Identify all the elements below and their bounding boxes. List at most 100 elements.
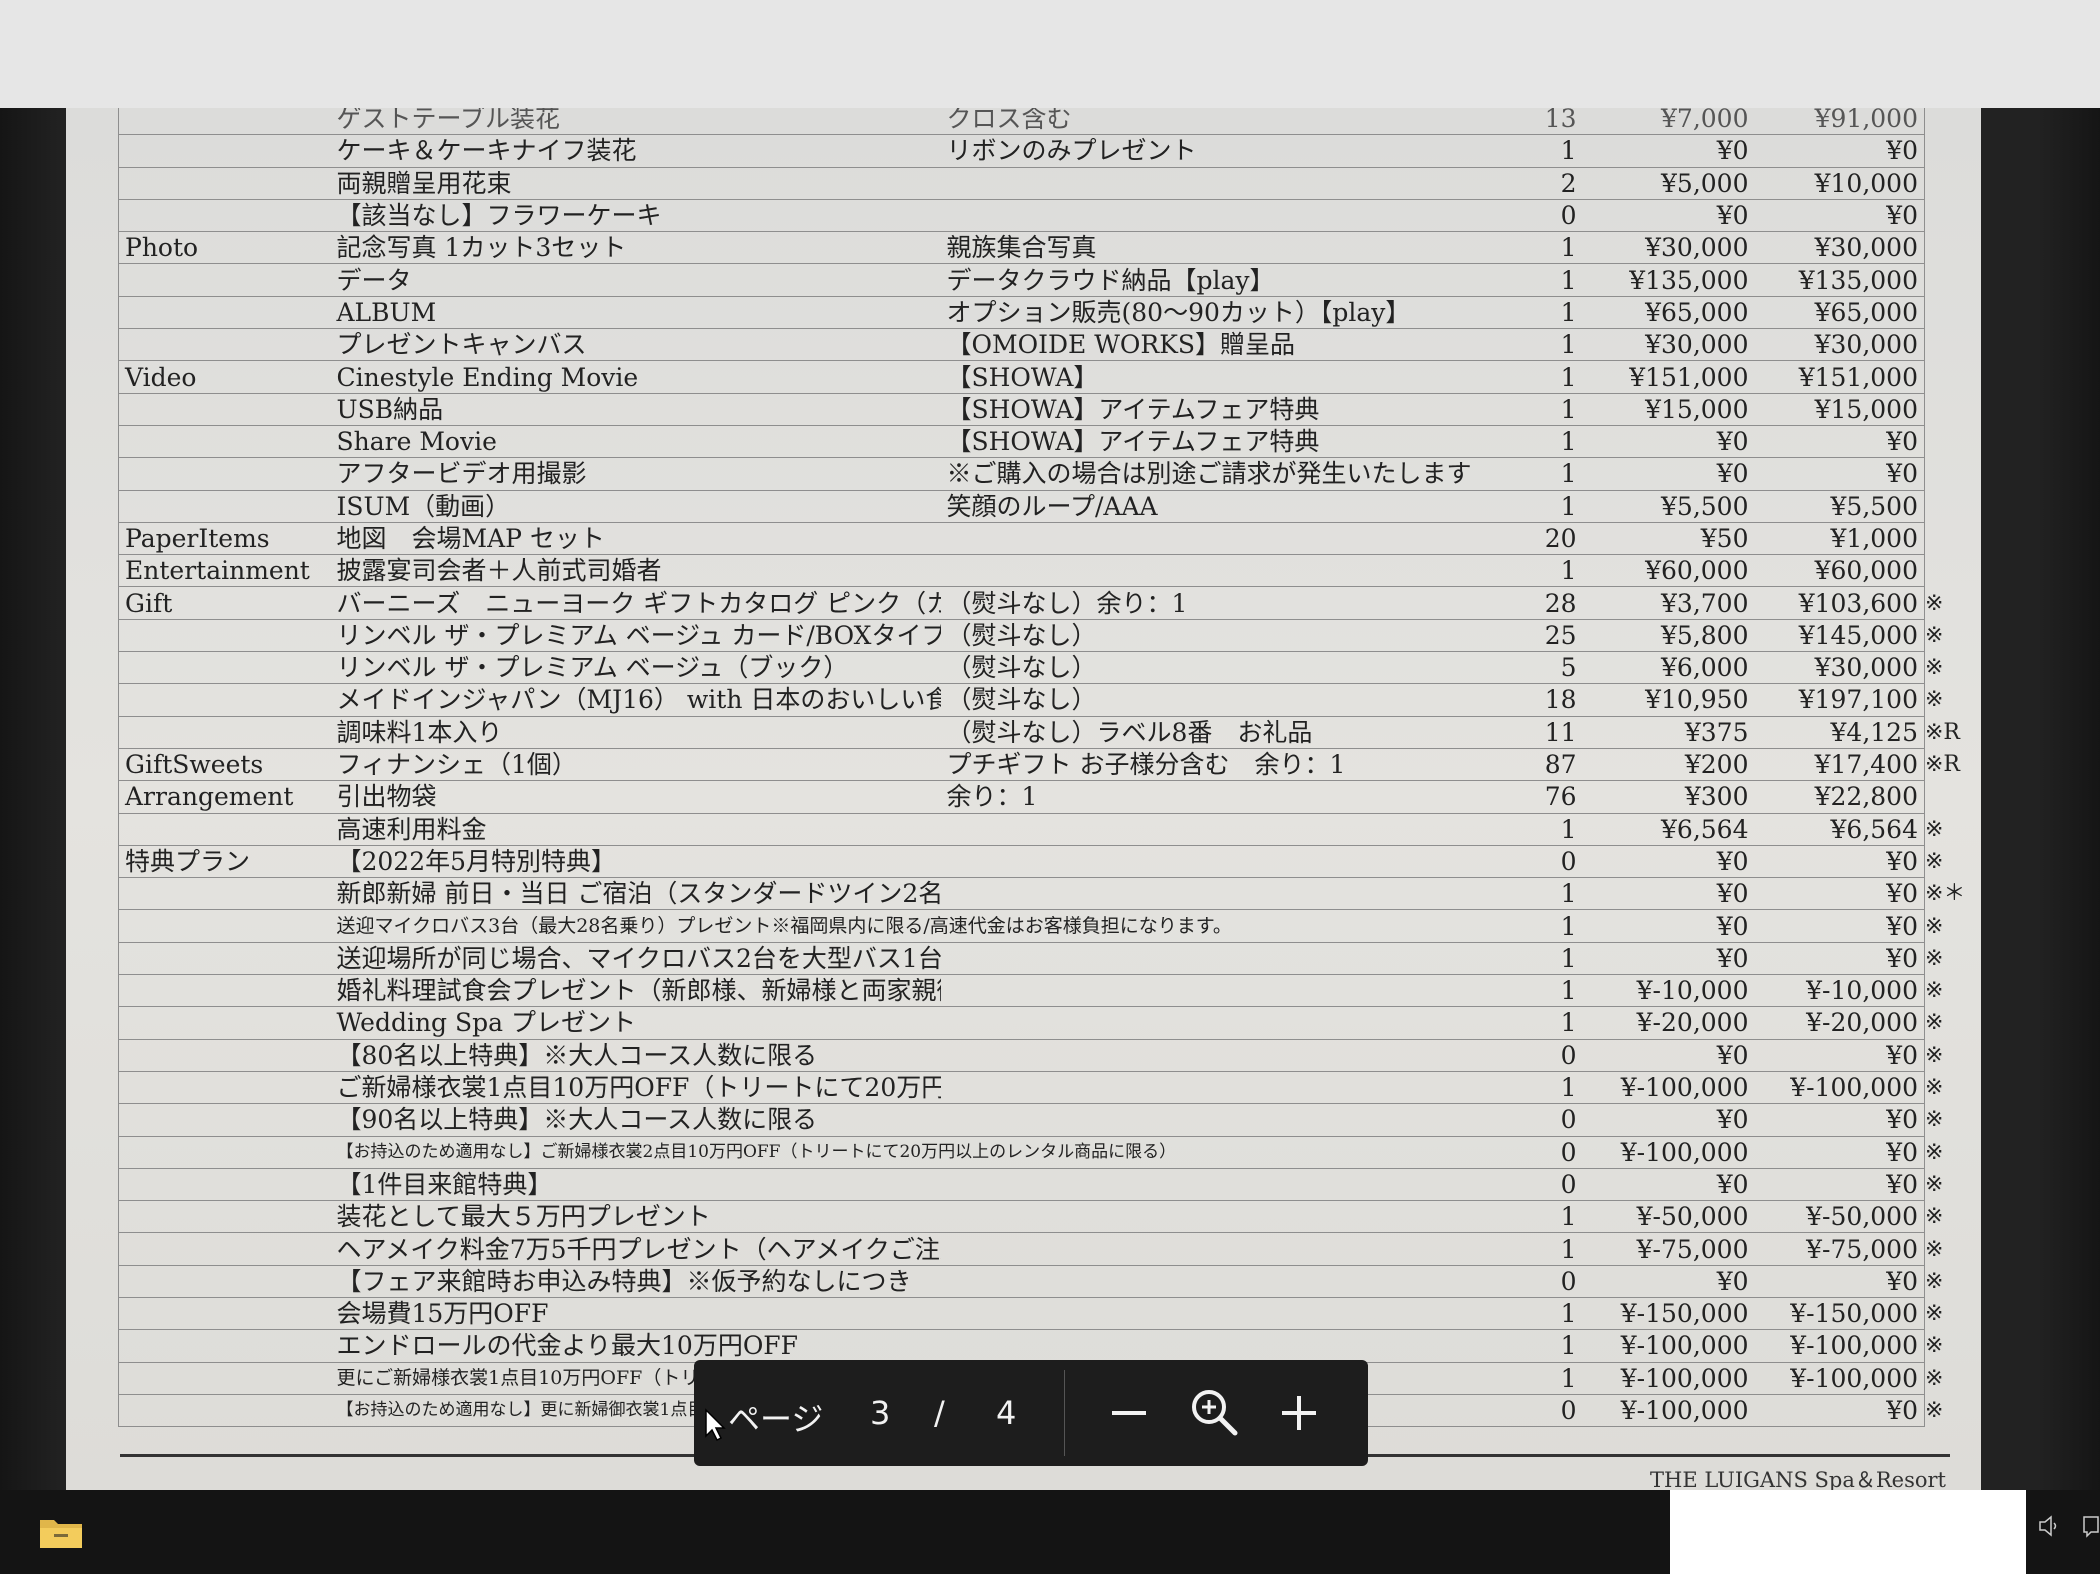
table-row: 【80名以上特典】※大人コース人数に限る 0 ¥0 ¥0 ※: [118, 1038, 1982, 1072]
row-category: [118, 263, 331, 297]
total-pages: 4: [996, 1394, 1017, 1432]
row-item: 【1件目来館特典】: [330, 1167, 941, 1202]
row-item: 【フェア来館時お申込み特典】※仮予約なしにつき: [330, 1264, 941, 1298]
row-detail: [940, 1232, 1501, 1266]
table-row: 婚礼料理試食会プレゼント（新郎様、新婦様と両家親御様の最大6名様まで参加可能） 1…: [118, 974, 1982, 1008]
row-unit-price: ¥0: [1590, 1038, 1755, 1072]
row-quantity: 18: [1500, 683, 1591, 717]
row-unit-price: ¥0: [1590, 424, 1755, 459]
row-item: バーニーズ ニューヨーク ギフトカタログ ピンク（カード）のし不可: [330, 586, 941, 620]
row-item: アフタービデオ用撮影: [330, 457, 941, 491]
row-quantity: 0: [1500, 1103, 1591, 1137]
row-note: ※: [1925, 655, 1944, 681]
row-total: ¥60,000: [1754, 554, 1925, 588]
row-unit-price: ¥6,564: [1590, 812, 1755, 846]
row-total: ¥0: [1754, 1393, 1925, 1428]
row-quantity: 0: [1500, 844, 1591, 879]
row-detail: 【SHOWA】: [940, 360, 1501, 394]
row-note: ※R: [1925, 752, 1960, 778]
row-note: ※: [1925, 978, 1944, 1004]
row-note: ※: [1925, 913, 1944, 939]
zoom-out-icon[interactable]: [1104, 1388, 1154, 1438]
top-bar: [0, 0, 2100, 108]
zoom-in-icon[interactable]: [1274, 1388, 1324, 1438]
row-total: ¥0: [1754, 134, 1925, 168]
row-category: [118, 424, 331, 459]
row-category: Entertainment: [118, 554, 331, 588]
row-unit-price: ¥-10,000: [1590, 974, 1755, 1008]
row-unit-price: ¥3,700: [1590, 586, 1755, 620]
row-item: データ: [330, 263, 941, 297]
row-total: ¥0: [1754, 1135, 1925, 1169]
row-detail: リボンのみプレゼント: [940, 134, 1501, 168]
current-page-number[interactable]: 3: [870, 1394, 890, 1432]
table-row: データ データクラウド納品【play】 1 ¥135,000 ¥135,000: [118, 263, 1982, 297]
row-unit-price: ¥30,000: [1590, 328, 1755, 362]
row-quantity: 1: [1500, 877, 1591, 911]
row-total: ¥0: [1754, 877, 1925, 911]
folder-icon[interactable]: [38, 1514, 84, 1550]
row-category: [118, 1200, 331, 1234]
notification-icon[interactable]: [2082, 1514, 2100, 1538]
row-total: ¥17,400: [1754, 747, 1925, 782]
row-total: ¥0: [1754, 1038, 1925, 1072]
row-quantity: 1: [1500, 1361, 1591, 1395]
row-unit-price: ¥6,000: [1590, 651, 1755, 685]
table-row: PaperItems 地図 会場MAP セット 20 ¥50 ¥1,000: [118, 521, 1982, 556]
row-total: ¥5,500: [1754, 489, 1925, 523]
row-detail: [940, 166, 1501, 200]
row-note: ※: [1925, 945, 1944, 971]
row-note: [1925, 781, 1982, 813]
row-unit-price: ¥-100,000: [1590, 1070, 1755, 1105]
row-note: ※: [1925, 1398, 1944, 1424]
row-note: ※: [1925, 1171, 1944, 1197]
row-total: ¥22,800: [1754, 780, 1925, 814]
row-total: ¥-75,000: [1754, 1232, 1925, 1266]
row-category: [118, 1329, 331, 1363]
row-total: ¥15,000: [1754, 392, 1925, 426]
table-row: 送迎マイクロバス3台（最大28名乗り）プレゼント※福岡県内に限る/高速代金はお客…: [118, 909, 1982, 943]
row-total: ¥151,000: [1754, 360, 1925, 394]
row-quantity: 0: [1500, 1038, 1591, 1072]
row-note: ※: [1925, 1042, 1944, 1068]
row-category: GiftSweets: [118, 747, 331, 782]
table-row: アフタービデオ用撮影 ※ご購入の場合は別途ご請求が発生いたします 1 ¥0 ¥0: [118, 457, 1982, 491]
row-total: ¥-50,000: [1754, 1200, 1925, 1234]
speaker-icon[interactable]: [2038, 1514, 2060, 1538]
row-total: ¥65,000: [1754, 295, 1925, 330]
row-total: ¥0: [1754, 941, 1925, 976]
row-note: ※: [1925, 1075, 1944, 1101]
row-category: [118, 1393, 331, 1428]
row-quantity: 20: [1500, 521, 1591, 556]
row-category: Gift: [118, 586, 331, 620]
row-unit-price: ¥300: [1590, 780, 1755, 814]
table-row: ご新婦様衣裳1点目10万円OFF（トリートにて20万円以上のレンタル商品に限る）…: [118, 1070, 1982, 1105]
row-unit-price: ¥0: [1590, 844, 1755, 879]
row-note: ※: [1925, 816, 1944, 842]
row-quantity: 0: [1500, 1135, 1591, 1169]
row-quantity: 1: [1500, 231, 1591, 265]
row-item: ヘアメイク料金7万5千円プレゼント（ヘアメイクご注文の際、適用可能）: [330, 1232, 941, 1266]
row-total: ¥30,000: [1754, 651, 1925, 685]
row-note: ※R: [1925, 719, 1960, 745]
row-item: 婚礼料理試食会プレゼント（新郎様、新婦様と両家親御様の最大6名様まで参加可能）: [330, 974, 941, 1008]
row-quantity: 1: [1500, 457, 1591, 491]
row-quantity: 1: [1500, 1329, 1591, 1363]
row-detail: ※ご購入の場合は別途ご請求が発生いたします: [940, 457, 1501, 491]
row-detail: [940, 941, 1501, 976]
row-unit-price: ¥5,500: [1590, 489, 1755, 523]
table-row: メイドインジャパン（MJ16） with 日本のおいしい食べ物（茜）（熨斗なし）…: [118, 683, 1982, 717]
row-item: ALBUM: [330, 295, 941, 330]
row-quantity: 1: [1500, 360, 1591, 394]
row-total: ¥145,000: [1754, 618, 1925, 653]
row-category: [118, 295, 331, 330]
row-detail: [940, 1329, 1501, 1363]
zoom-icon[interactable]: [1186, 1384, 1242, 1440]
table-row: USB納品 【SHOWA】アイテムフェア特典 1 ¥15,000 ¥15,000: [118, 392, 1982, 426]
row-total: ¥1,000: [1754, 521, 1925, 556]
page-separator: /: [934, 1394, 945, 1432]
row-category: [118, 651, 331, 685]
row-category: Arrangement: [118, 780, 331, 814]
row-item: 記念写真 1カット3セット: [330, 231, 941, 265]
row-category: [118, 1006, 331, 1040]
